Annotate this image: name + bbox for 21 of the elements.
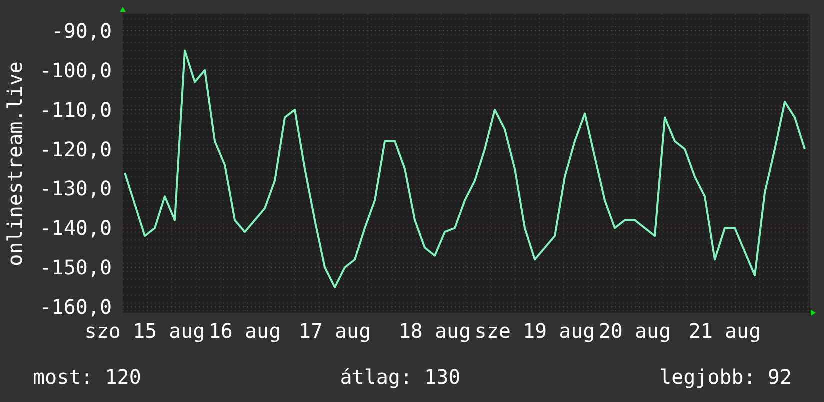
- x-tick-label: sze 19 aug: [474, 319, 596, 343]
- axis-arrow-icon: [120, 7, 126, 12]
- summary-text: most: 120: [33, 364, 142, 391]
- y-tick-label: -140,0: [40, 216, 112, 240]
- summary-text: átlag: 130: [340, 364, 461, 391]
- y-tick-label: -160,0: [40, 295, 112, 320]
- summary-text: legjobb: 92: [660, 364, 792, 391]
- y-tick-label: -90,0: [52, 18, 112, 43]
- y-tick-label: -120,0: [40, 137, 112, 162]
- axis-arrow-icon: [811, 310, 816, 316]
- y-tick-label: -130,0: [40, 176, 112, 201]
- x-tick-label: 21 aug: [688, 319, 762, 343]
- x-tick-label: 16 aug: [208, 319, 282, 343]
- x-tick-label: szo 15 aug: [84, 319, 206, 343]
- x-tick-label: 18 aug: [398, 319, 472, 343]
- y-axis-label: onlinestream.live: [3, 62, 27, 266]
- y-tick-label: -110,0: [40, 98, 112, 122]
- y-tick-label: -100,0: [40, 58, 112, 82]
- x-tick-label: 20 aug: [598, 319, 672, 343]
- x-tick-label: 17 aug: [298, 319, 372, 343]
- y-tick-label: -150,0: [40, 256, 112, 280]
